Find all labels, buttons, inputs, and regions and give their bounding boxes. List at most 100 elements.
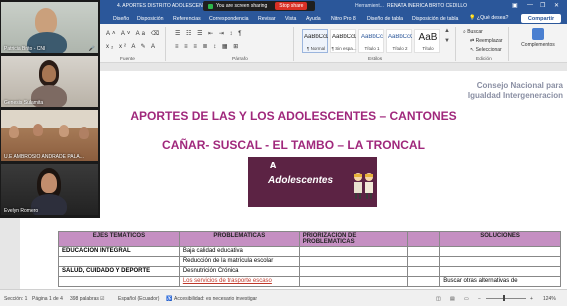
style-sample: AaBbCcDc	[332, 34, 356, 40]
tab-disposicion[interactable]: Disposición	[137, 16, 164, 22]
style-titulo-1[interactable]: AaBbCc Título 1	[358, 29, 384, 53]
font-size-controls[interactable]: A˄ A˅ Aa ⌫	[106, 30, 161, 37]
zoom-out-icon[interactable]: −	[478, 296, 481, 302]
style-titulo-2[interactable]: AaBbCcC Título 2	[386, 29, 412, 53]
table-cell[interactable]: Baja calidad educativa	[178, 246, 300, 257]
table-cell[interactable]	[298, 246, 409, 257]
share-button[interactable]: Compartir	[521, 14, 561, 23]
status-words[interactable]: 398 palabras	[70, 296, 99, 302]
tab-correspondencia[interactable]: Correspondencia	[209, 16, 249, 22]
divider	[455, 27, 456, 61]
style-normal[interactable]: AaBbCcDc ¶ Normal	[302, 29, 328, 53]
status-accessibility[interactable]: Accesibilidad: es necesario investigar	[174, 296, 257, 302]
zoom-level[interactable]: 124%	[543, 296, 556, 302]
tab-ayuda[interactable]: Ayuda	[306, 16, 321, 22]
participant-face	[9, 126, 19, 138]
user-name[interactable]: RENATA INERICA BRITO CEDILLO	[387, 3, 467, 9]
table-row: SALUD, CUIDADO Y DEPORTE Desnutrición Cr…	[58, 266, 561, 277]
table-cell[interactable]	[407, 246, 441, 257]
adolescentes-banner-image[interactable]: A Adolescentes	[248, 157, 377, 207]
replace-label: Reemplazar	[475, 38, 503, 44]
style-name: Título 1	[364, 46, 380, 51]
status-section[interactable]: Sección: 1	[4, 296, 27, 302]
table-cell[interactable]: Los servicios de trasporte escaso	[178, 276, 300, 287]
print-layout-icon[interactable]: ▭	[464, 296, 469, 302]
video-tile[interactable]: U.E AMBROSIO ANDRADE PALA...	[1, 110, 98, 161]
table-cell[interactable]	[439, 266, 561, 277]
tell-me-search[interactable]: 💡 ¿Qué desea?	[469, 15, 508, 21]
table-cell[interactable]: Desnutrición Crónica	[178, 266, 300, 277]
font-format-controls[interactable]: x₂ x² A ✎ A	[106, 43, 157, 50]
list-controls[interactable]: ☰ ☷ ☰ ⇤ ⇥ ↕ ¶	[175, 30, 243, 37]
table-cell[interactable]	[298, 256, 409, 267]
divider	[165, 27, 166, 61]
header-watermark: Consejo Nacional para Igualdad Intergene…	[468, 81, 563, 101]
tab-referencias[interactable]: Referencias	[173, 16, 201, 22]
minimize-icon[interactable]: —	[527, 2, 533, 8]
tell-me-label: ¿Qué desea?	[476, 15, 509, 21]
stop-share-button[interactable]: Stop share	[275, 2, 308, 10]
align-controls[interactable]: ≡ ≡ ≡ ≣ ↕ ▦ ⊞	[175, 43, 240, 50]
screen-share-banner: You are screen sharing Stop share	[203, 1, 315, 11]
styles-scroll-up-icon[interactable]: ▲	[444, 28, 450, 34]
add-ins-button[interactable]: Complementos	[513, 26, 563, 60]
table-cell[interactable]	[407, 256, 441, 267]
select-button[interactable]: ↖ Seleccionar	[470, 47, 502, 53]
style-sin-espacio[interactable]: AaBbCcDc ¶ Sin espa...	[330, 29, 356, 53]
status-page[interactable]: Página 1 de 4	[32, 296, 63, 302]
close-icon[interactable]: ✕	[554, 2, 559, 9]
table-cell[interactable]: Buscar otras alternativas de	[439, 276, 561, 287]
table-cell[interactable]	[407, 276, 441, 287]
table-cell[interactable]	[439, 256, 561, 267]
ribbon-options-icon[interactable]: ▣	[512, 2, 518, 9]
banner-word: Adolescentes	[268, 175, 334, 186]
style-titulo[interactable]: AaB Título	[414, 29, 440, 53]
watermark-line-2: Igualdad Intergeneracion	[467, 91, 563, 100]
table-row: EDUCACIÓN INTEGRAL Baja calidad educativ…	[58, 246, 561, 257]
table-cell[interactable]	[407, 266, 441, 277]
table-cell[interactable]	[298, 276, 409, 287]
header-empty[interactable]	[407, 231, 441, 247]
header-problematicas[interactable]: PROBLEMATICAS	[178, 231, 300, 247]
header-ejes[interactable]: EJES TEMÁTICOS	[58, 231, 180, 247]
table-cell[interactable]	[58, 256, 180, 267]
tab-vista[interactable]: Vista	[285, 16, 296, 22]
watermark-line-1: Consejo Nacional para	[476, 81, 563, 90]
tab-diseno-tabla[interactable]: Diseño de tabla	[367, 16, 403, 22]
table-cell[interactable]	[439, 246, 561, 257]
table-row: Los servicios de trasporte escaso Buscar…	[58, 276, 561, 287]
zoom-in-icon[interactable]: +	[530, 296, 533, 302]
focus-mode-icon[interactable]: ◫	[436, 296, 441, 302]
style-name: ¶ Normal	[306, 46, 326, 51]
tab-revisar[interactable]: Revisar	[258, 16, 276, 22]
table-cell[interactable]: EDUCACIÓN INTEGRAL	[58, 246, 180, 257]
status-language[interactable]: Español (Ecuador)	[118, 296, 159, 302]
tab-nitro[interactable]: Nitro Pro 8	[331, 16, 356, 22]
proofing-icon[interactable]: ☑	[100, 296, 104, 302]
video-tile[interactable]: Evelyn Romero	[1, 164, 98, 215]
zoom-slider-thumb[interactable]	[503, 295, 505, 301]
header-priorizacion[interactable]: PRIORIZACIÓN DE PROBLEMATICAS	[298, 231, 409, 247]
find-button[interactable]: ⌕ Buscar	[463, 29, 483, 35]
participant-name: Evelyn Romero	[4, 208, 39, 214]
tab-disposicion-tabla[interactable]: Disposición de tabla	[412, 16, 458, 22]
read-mode-icon[interactable]: ▤	[450, 296, 455, 302]
tab-diseno[interactable]: Diseño	[113, 16, 129, 22]
replace-button[interactable]: ⇄ Reemplazar	[470, 38, 503, 44]
table-cell[interactable]: Reducción de la matrícula escolar	[178, 256, 300, 267]
styles-scroll-down-icon[interactable]: ▼	[444, 38, 450, 44]
table-cell[interactable]: SALUD, CUIDADO Y DEPORTE	[58, 266, 180, 277]
header-soluciones[interactable]: SOLUCIONES	[439, 231, 561, 247]
video-tile[interactable]: Patricia Brito - CNI 🎤	[1, 2, 98, 53]
font-group-label: Fuente	[120, 57, 135, 62]
video-tile[interactable]: Genesis Sulamita	[1, 56, 98, 107]
document-heading-1: APORTES DE LAS Y LOS ADOLESCENTES – CANT…	[130, 109, 457, 123]
participant-name: Genesis Sulamita	[4, 100, 44, 106]
select-label: Seleccionar	[475, 47, 502, 53]
problems-table[interactable]: EJES TEMÁTICOS PROBLEMATICAS PRIORIZACIÓ…	[58, 231, 561, 287]
table-cell[interactable]	[58, 276, 180, 287]
restore-icon[interactable]: ❐	[540, 2, 545, 9]
zoom-slider[interactable]	[486, 298, 526, 299]
document-page[interactable]: Consejo Nacional para Igualdad Intergene…	[20, 71, 567, 289]
table-cell[interactable]	[298, 266, 409, 277]
